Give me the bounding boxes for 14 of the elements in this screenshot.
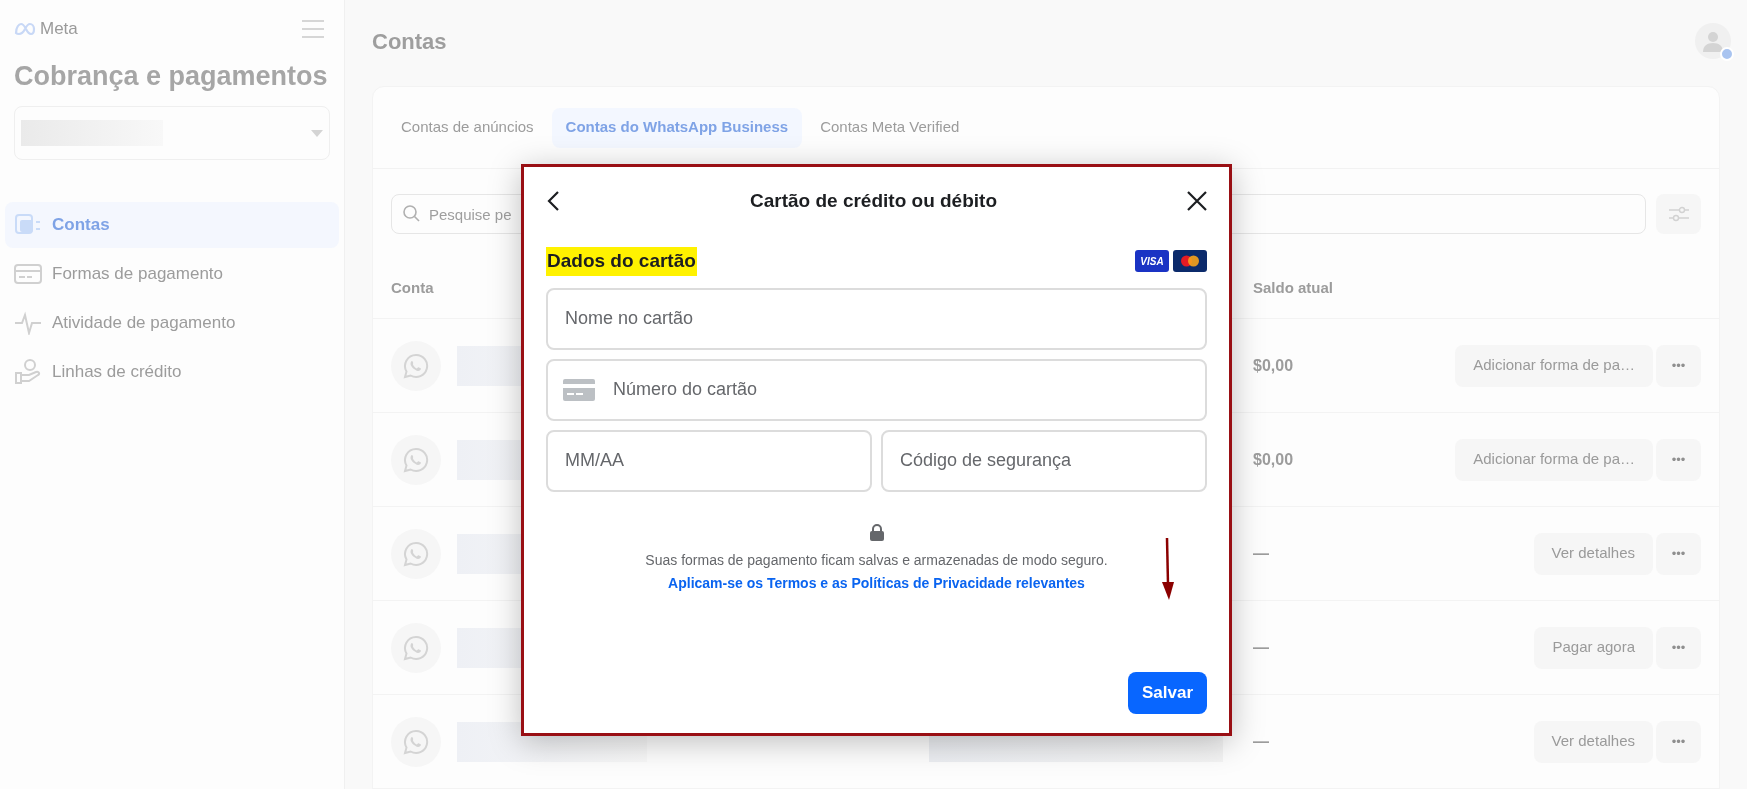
balance-value: — xyxy=(1253,637,1270,658)
security-note: Suas formas de pagamento ficam salvas e armazenadas de modo seguro. xyxy=(645,550,1108,570)
section-label: Dados do cartão xyxy=(546,247,697,276)
brand-name: Meta xyxy=(40,18,78,40)
visa-logo: VISA xyxy=(1135,250,1169,273)
column-header: Saldo atual xyxy=(1253,278,1334,299)
section-heading: Contas xyxy=(372,27,447,56)
balance-value: $0,00 xyxy=(1253,449,1295,470)
balance-value: — xyxy=(1253,731,1270,752)
balance-value: $0,00 xyxy=(1253,355,1295,376)
balance-value: — xyxy=(1253,543,1270,564)
page-title: Cobrança e pagamentos xyxy=(14,59,329,93)
column-header: Conta xyxy=(391,278,435,299)
dialog-title: Cartão de crédito ou débito xyxy=(750,188,997,213)
